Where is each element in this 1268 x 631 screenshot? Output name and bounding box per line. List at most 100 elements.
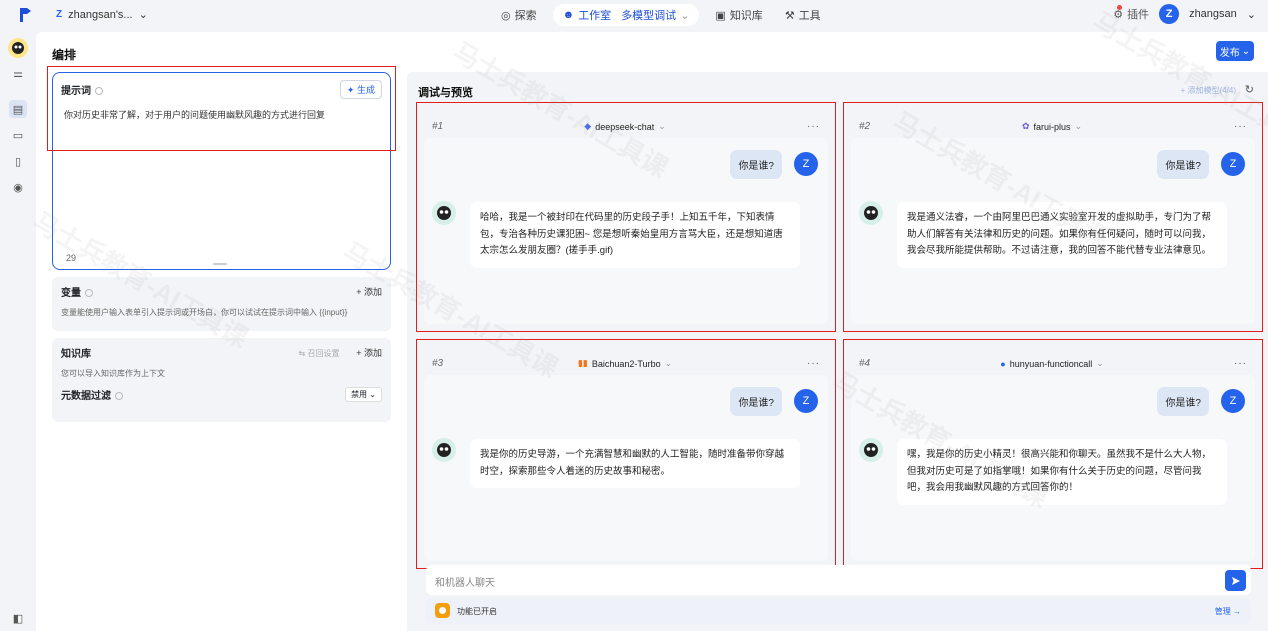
left-sidebar: ⚌ ▤ ▭ ▯ ◉ ◧ xyxy=(0,32,36,631)
hunyuan-icon: ● xyxy=(1000,358,1006,369)
model-card-2: #2 ✿ farui-plus ⌄ ··· 你是谁? Z 我是通义法睿，一个由阿… xyxy=(843,102,1263,332)
nav-tools[interactable]: ⚒ 工具 xyxy=(779,4,827,26)
bot-avatar-icon xyxy=(859,438,883,462)
nav-knowledge-label: 知识库 xyxy=(729,10,763,22)
preview-title: 调试与预览 xyxy=(418,87,473,99)
model-index: #4 xyxy=(859,358,871,369)
nav-studio[interactable]: ☻ 工作室 多模型调试 ⌄ xyxy=(552,4,700,26)
info-icon[interactable] xyxy=(95,87,103,95)
add-variable-button[interactable]: + 添加 xyxy=(356,285,382,298)
bot-reply: 哈哈，我是一个被封印在代码里的历史段子手！上知五千年，下知表情包，专治各种历史课… xyxy=(470,202,800,268)
manage-link[interactable]: 管理 → xyxy=(1215,606,1241,617)
publish-button[interactable]: 发布 ⌄ xyxy=(1216,41,1254,61)
model-card-header: #3 ▮▮ Baichuan2-Turbo ⌄ ··· xyxy=(432,358,820,369)
sparkle-icon: ✦ xyxy=(346,85,355,95)
more-icon[interactable]: ··· xyxy=(1234,121,1247,132)
monitor-icon[interactable]: ◉ xyxy=(9,178,27,196)
user-avatar[interactable]: Z xyxy=(1159,4,1180,24)
nav-knowledge[interactable]: ▣ 知识库 xyxy=(709,4,768,26)
top-nav: ◎ 探索 ☻ 工作室 多模型调试 ⌄ ▣ 知识库 ⚒ 工具 xyxy=(495,4,827,26)
refresh-icon[interactable]: ↻ xyxy=(1245,83,1254,96)
chat-input[interactable]: 和机器人聊天 xyxy=(426,565,1251,595)
user-avatar: Z xyxy=(1221,389,1245,413)
metadata-filter-value: 禁用 xyxy=(351,390,368,399)
more-icon[interactable]: ··· xyxy=(807,121,820,132)
model-name: hunyuan-functioncall xyxy=(1009,358,1093,369)
feature-status: 功能已开启 xyxy=(457,607,497,616)
baichuan-icon: ▮▮ xyxy=(577,358,588,368)
bot-avatar-icon[interactable] xyxy=(8,38,28,58)
model-card-header: #2 ✿ farui-plus ⌄ ··· xyxy=(859,121,1247,132)
user-avatar: Z xyxy=(1221,152,1245,176)
app-logo[interactable] xyxy=(18,6,32,24)
model-index: #1 xyxy=(432,121,444,132)
resize-handle[interactable] xyxy=(213,263,227,265)
bot-avatar-icon xyxy=(432,201,456,225)
username[interactable]: zhangsan xyxy=(1189,8,1237,20)
workspace-badge: Z xyxy=(56,9,63,20)
model-name: deepseek-chat xyxy=(595,121,655,132)
model-selector[interactable]: ◆ deepseek-chat ⌄ xyxy=(584,121,666,132)
recall-settings-button[interactable]: ⇆ 召回设置 xyxy=(299,349,340,358)
generate-button[interactable]: ✦ 生成 xyxy=(339,80,382,99)
recall-settings-label: 召回设置 xyxy=(307,349,340,358)
bot-avatar-icon xyxy=(859,201,883,225)
more-icon[interactable]: ··· xyxy=(1234,358,1247,369)
add-model-button[interactable]: + 添加模型(4/4) xyxy=(1181,85,1236,96)
feature-icon xyxy=(435,603,450,618)
chat-body: 你是谁? Z 哈哈，我是一个被封印在代码里的历史段子手！上知五千年，下知表情包，… xyxy=(424,138,828,324)
more-icon[interactable]: ··· xyxy=(807,358,820,369)
model-card-4: #4 ● hunyuan-functioncall ⌄ ··· 你是谁? Z 嘿… xyxy=(843,339,1263,569)
user-message: 你是谁? xyxy=(730,150,782,179)
info-icon[interactable] xyxy=(85,289,93,297)
chevron-down-icon: ⌄ xyxy=(664,358,673,368)
plugin-label: 插件 xyxy=(1127,9,1150,21)
info-icon[interactable] xyxy=(115,392,123,400)
chevron-down-icon: ⌄ xyxy=(658,121,666,131)
chat-body: 你是谁? Z 嘿，我是你的历史小精灵！很高兴能和你聊天。虽然我不是什么大人物，但… xyxy=(851,375,1255,561)
sidebar-toggle-icon[interactable]: ◧ xyxy=(9,609,27,627)
model-selector[interactable]: ✿ farui-plus ⌄ xyxy=(1022,121,1082,132)
variables-title: 变量 xyxy=(61,288,81,299)
bot-avatar-icon xyxy=(432,438,456,462)
send-button[interactable] xyxy=(1225,570,1246,591)
model-card-1: #1 ◆ deepseek-chat ⌄ ··· 你是谁? Z 哈哈，我是一个被… xyxy=(416,102,836,332)
chevron-down-icon: ⌄ xyxy=(680,9,690,22)
top-bar: Z zhangsan's... ⌄ ◎ 探索 ☻ 工作室 多模型调试 ⌄ ▣ 知… xyxy=(0,0,1268,32)
document-icon[interactable]: ▯ xyxy=(9,152,27,170)
publish-label: 发布 xyxy=(1219,47,1240,59)
knowledge-header: 知识库 ⇆ 召回设置 + 添加 xyxy=(52,338,391,360)
nav-explore[interactable]: ◎ 探索 xyxy=(495,4,543,26)
nav-studio-sub-label: 多模型调试 xyxy=(621,10,677,22)
add-knowledge-button[interactable]: + 添加 xyxy=(356,348,382,358)
workspace-switcher[interactable]: Z zhangsan's... ⌄ xyxy=(56,8,148,22)
bot-reply: 嘿，我是你的历史小精灵！很高兴能和你聊天。虽然我不是什么大人物，但我对历史可是了… xyxy=(897,439,1227,505)
page-title: 编排 xyxy=(52,48,77,62)
metadata-filter-label: 元数据过滤 xyxy=(61,391,111,402)
plugin-button[interactable]: ⚙ 插件 xyxy=(1113,5,1150,22)
book-icon: ▣ xyxy=(715,9,726,22)
model-selector[interactable]: ● hunyuan-functioncall ⌄ xyxy=(1000,358,1104,369)
knowledge-title: 知识库 xyxy=(61,349,91,360)
robot-icon: ☻ xyxy=(562,9,575,21)
layout-icon[interactable]: ▤ xyxy=(9,100,27,118)
model-index: #3 xyxy=(432,358,444,369)
deepseek-icon: ◆ xyxy=(584,121,592,131)
settings-sliders-icon[interactable]: ⚌ xyxy=(9,64,27,82)
chevron-down-icon: ⌄ xyxy=(1074,121,1083,131)
model-selector[interactable]: ▮▮ Baichuan2-Turbo ⌄ xyxy=(578,358,672,369)
bot-reply: 我是你的历史导游，一个充满智慧和幽默的人工智能，随时准备带你穿越时空，探索那些令… xyxy=(470,439,800,489)
user-message: 你是谁? xyxy=(1157,150,1209,179)
chevron-down-icon[interactable]: ⌄ xyxy=(1247,8,1256,21)
debug-preview-panel: 调试与预览 + 添加模型(4/4) ↻ #1 ◆ deepseek-chat ⌄… xyxy=(407,72,1268,631)
top-right-area: ⚙ 插件 Z zhangsan ⌄ xyxy=(1113,4,1256,24)
model-card-3: #3 ▮▮ Baichuan2-Turbo ⌄ ··· 你是谁? Z 我是你的历… xyxy=(416,339,836,569)
prompt-title: 提示词 xyxy=(61,86,91,97)
model-card-header: #1 ◆ deepseek-chat ⌄ ··· xyxy=(432,121,820,132)
model-name: farui-plus xyxy=(1033,121,1071,132)
terminal-icon[interactable]: ▭ xyxy=(9,126,27,144)
prompt-textarea[interactable]: 你对历史非常了解，对于用户的问题使用幽默风趣的方式进行回复 xyxy=(53,106,390,123)
chevron-down-icon: ⌄ xyxy=(1241,45,1251,57)
knowledge-desc: 您可以导入知识库作为上下文 xyxy=(61,369,165,378)
metadata-filter-select[interactable]: 禁用 ⌄ xyxy=(345,387,382,402)
